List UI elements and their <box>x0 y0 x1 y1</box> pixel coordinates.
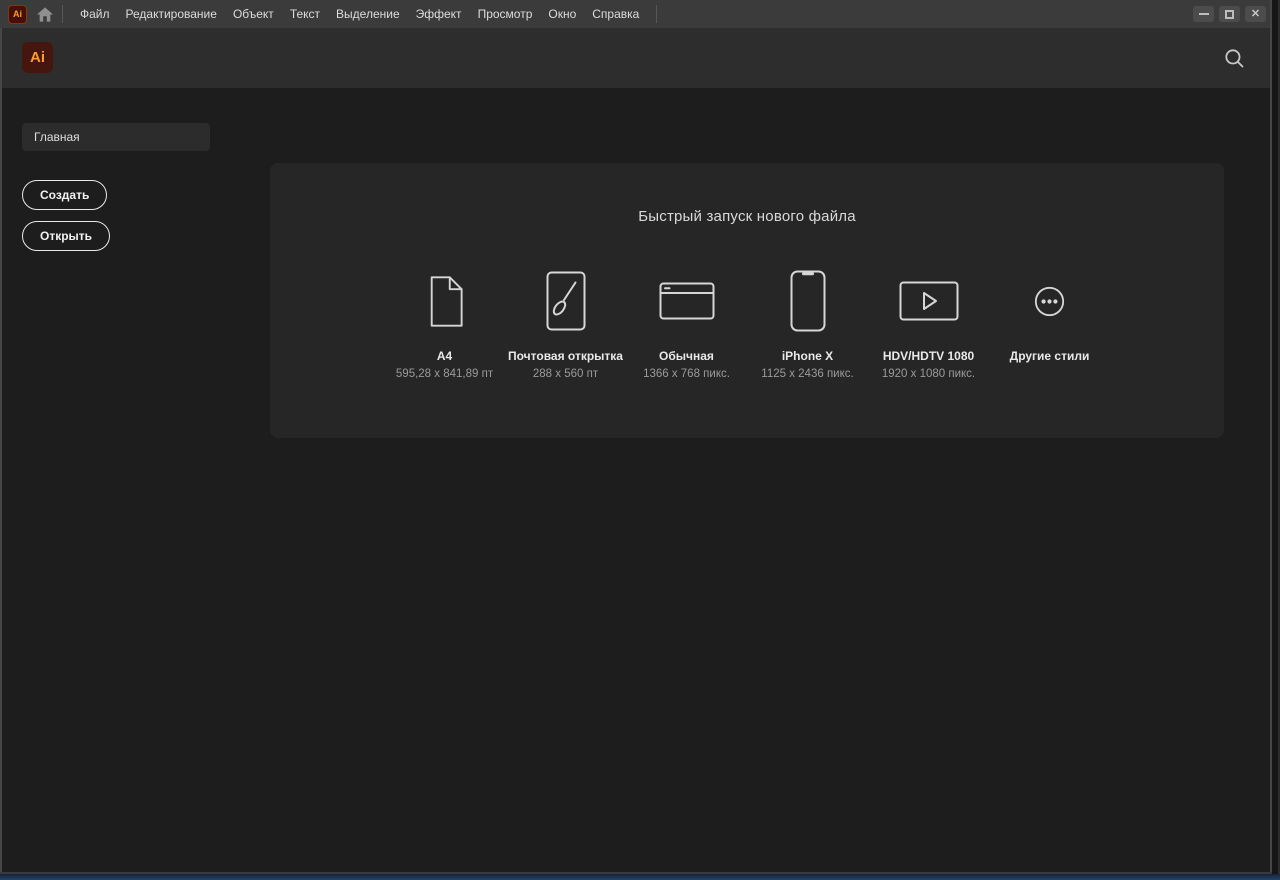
home-screen: Главная Создать Открыть Быстрый запуск н… <box>2 88 1270 872</box>
template-card[interactable]: Другие стили <box>989 269 1110 381</box>
menu-item-0[interactable]: Файл <box>72 0 118 28</box>
template-name: Почтовая открытка <box>508 349 623 363</box>
template-card[interactable]: A4 595,28 x 841,89 пт <box>384 269 505 381</box>
search-button[interactable] <box>1220 44 1248 72</box>
sidebar-item-home[interactable]: Главная <box>22 123 210 151</box>
quickstart-panel: Быстрый запуск нового файла A4 595,28 x … <box>270 163 1224 438</box>
template-name: HDV/HDTV 1080 <box>882 349 975 363</box>
close-button[interactable]: ✕ <box>1245 6 1266 22</box>
menu-bar: Файл Редактирование Объект Текст Выделение Эф… <box>72 0 647 28</box>
template-card[interactable]: iPhone X 1125 x 2436 пикс. <box>747 269 868 381</box>
open-button[interactable]: Открыть <box>22 221 111 251</box>
desktop: Ai Файл Редактирование Объект Текст Выделени… <box>0 0 1280 880</box>
app-icon: Ai <box>8 4 27 24</box>
create-button[interactable]: Создать <box>22 180 108 210</box>
document-icon <box>426 269 464 333</box>
app-header: Ai <box>2 28 1270 88</box>
video-play-icon <box>899 269 959 333</box>
template-size: 595,28 x 841,89 пт <box>395 368 494 380</box>
illustrator-window: Ai Файл Редактирование Объект Текст Выделени… <box>0 0 1272 874</box>
titlebar: Ai Файл Редактирование Объект Текст Выделени… <box>0 0 1272 28</box>
more-ellipsis-icon <box>1034 269 1065 333</box>
taskbar-strip <box>0 874 1280 880</box>
menu-item-6[interactable]: Просмотр <box>470 0 541 28</box>
browser-window-icon <box>659 269 715 333</box>
window-controls: ✕ <box>1193 6 1272 22</box>
menu-item-5[interactable]: Эффект <box>408 0 470 28</box>
postcard-brush-icon <box>546 269 586 333</box>
template-card[interactable]: HDV/HDTV 1080 1920 x 1080 пикс. <box>868 269 989 381</box>
desktop-edge <box>1272 0 1280 874</box>
illustrator-logo: Ai <box>22 42 53 73</box>
menu-item-1[interactable]: Редактирование <box>118 0 225 28</box>
search-icon <box>1224 48 1243 67</box>
menu-item-8[interactable]: Справка <box>584 0 647 28</box>
template-name: Другие стили <box>1009 349 1090 363</box>
template-card[interactable]: Почтовая открытка 288 x 560 пт <box>505 269 626 381</box>
menu-item-4[interactable]: Выделение <box>328 0 408 28</box>
template-size: 1366 x 768 пикс. <box>643 368 730 380</box>
template-name: A4 <box>436 349 453 363</box>
panel-title: Быстрый запуск нового файла <box>638 208 856 225</box>
template-name: iPhone X <box>781 349 834 363</box>
titlebar-divider <box>62 5 63 23</box>
template-card[interactable]: Обычная 1366 x 768 пикс. <box>626 269 747 381</box>
template-name: Обычная <box>659 349 714 363</box>
template-size: 1125 x 2436 пикс. <box>761 368 854 380</box>
minimize-button[interactable] <box>1193 6 1214 22</box>
template-size: 1920 x 1080 пикс. <box>881 368 976 380</box>
maximize-icon <box>1225 9 1234 19</box>
menu-item-2[interactable]: Объект <box>225 0 282 28</box>
phone-icon <box>790 269 826 333</box>
minimize-icon <box>1198 13 1209 15</box>
menu-item-7[interactable]: Окно <box>540 0 584 28</box>
template-size: 288 x 560 пт <box>532 368 599 380</box>
home-icon[interactable] <box>37 6 53 22</box>
maximize-button[interactable] <box>1219 6 1240 22</box>
menu-item-3[interactable]: Текст <box>282 0 328 28</box>
template-cards: A4 595,28 x 841,89 пт Почтовая открытка … <box>270 269 1224 381</box>
close-icon: ✕ <box>1250 7 1261 20</box>
titlebar-divider <box>656 5 658 23</box>
window-border-left <box>0 28 2 874</box>
